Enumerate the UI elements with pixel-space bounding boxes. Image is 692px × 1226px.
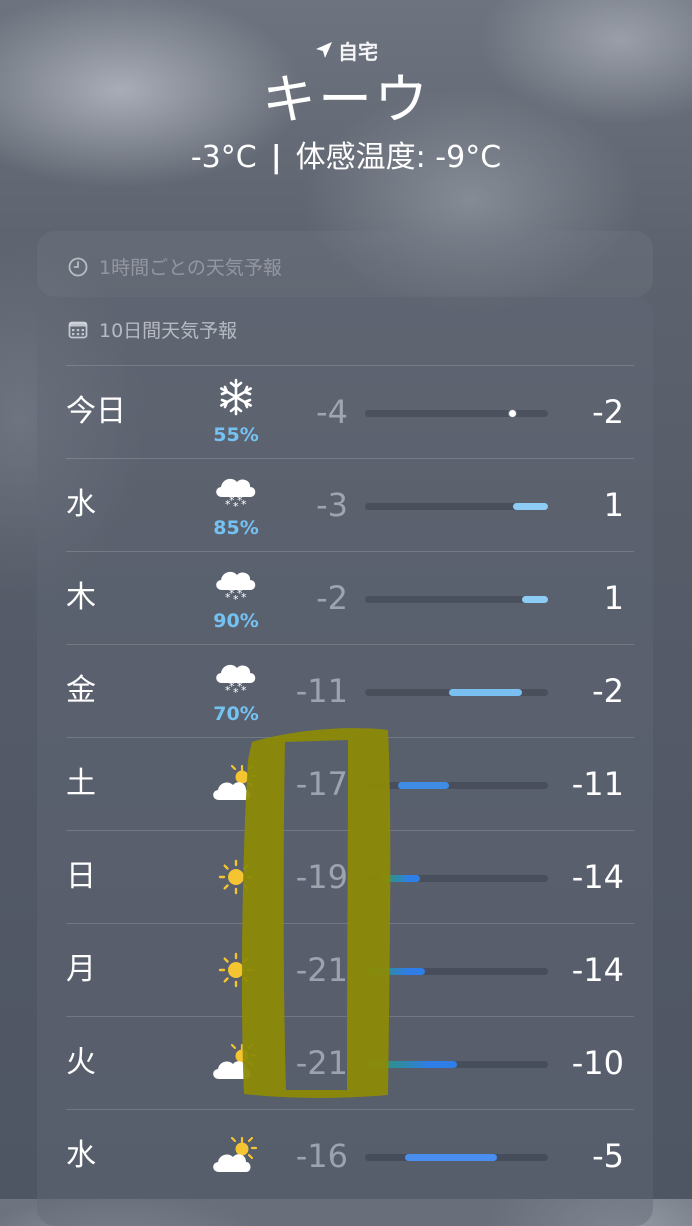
high-temperature: -14	[571, 858, 624, 896]
forecast-day: 水	[66, 487, 96, 522]
low-temperature: -21	[295, 1044, 348, 1082]
forecast-row: 水 -16 -5	[66, 1109, 634, 1203]
partly-sunny-icon	[206, 762, 266, 806]
ten-day-forecast-title: 10日間天気予報	[99, 320, 238, 342]
low-temperature: -3	[316, 486, 348, 524]
precipitation-chance: 55%	[213, 424, 259, 446]
forecast-row: 土 -17 -11	[66, 737, 634, 831]
high-temperature: -14	[571, 951, 624, 989]
location-arrow-icon	[316, 42, 332, 58]
forecast-day: 金	[66, 673, 96, 708]
forecast-day: 日	[66, 859, 96, 894]
temperature-range-bar	[365, 1154, 548, 1161]
snowflake-icon	[206, 376, 266, 420]
temperature-range-fill	[405, 1154, 497, 1161]
ten-day-forecast-header: 10日間天気予報	[67, 316, 237, 343]
sun-icon	[206, 855, 266, 899]
svg-text:*: *	[237, 494, 243, 507]
temperature-range-bar	[365, 689, 548, 696]
location-header: 自宅 キーウ -3°C | 体感温度: -9°C	[0, 36, 692, 178]
calendar-icon	[68, 321, 88, 338]
low-temperature: -16	[295, 1137, 348, 1175]
temperature-range-fill	[449, 689, 523, 696]
partly-sunny-icon	[206, 1134, 266, 1178]
hourly-forecast-header: 1時間ごとの天気予報	[67, 253, 282, 280]
high-temperature: -2	[592, 672, 624, 710]
temperature-range-bar	[365, 409, 548, 418]
forecast-day: 今日	[66, 394, 126, 429]
low-temperature: -4	[316, 393, 348, 431]
city-name: キーウ	[262, 68, 430, 131]
current-conditions: -3°C | 体感温度: -9°C	[0, 138, 692, 178]
forecast-row: 今日 55% -4 -2	[66, 365, 634, 459]
temperature-range-fill	[397, 782, 450, 789]
forecast-row: 水 * * * * * 85% -3 1	[66, 458, 634, 552]
high-temperature: -2	[592, 393, 624, 431]
temperature-range-fill	[365, 968, 426, 975]
precipitation-chance: 85%	[213, 517, 259, 539]
clock-icon	[68, 257, 88, 276]
high-temperature: 1	[603, 486, 624, 524]
temperature-range-bar	[365, 782, 548, 789]
temperature-range-fill	[513, 503, 548, 510]
forecast-row: 木 * * * * * 90% -2 1	[66, 551, 634, 645]
temperature-range-bar	[365, 875, 548, 882]
high-temperature: -11	[571, 765, 624, 803]
svg-text:*: *	[237, 680, 243, 693]
forecast-day: 月	[66, 952, 96, 987]
ten-day-forecast-card[interactable]: 10日間天気予報 今日 55% -4 -2 水 * * * * * 85% -3 1 木 * * * * * 90% -…	[37, 296, 653, 1226]
forecast-day: 水	[66, 1138, 96, 1173]
forecast-day: 土	[66, 766, 96, 801]
temperature-range-bar	[365, 503, 548, 510]
temperature-range-fill	[381, 875, 420, 882]
low-temperature: -21	[295, 951, 348, 989]
temperature-range-bar	[365, 1061, 548, 1068]
current-temperature-dot	[508, 409, 518, 418]
location-label: 自宅	[338, 39, 378, 64]
temperature-range-fill	[522, 596, 548, 603]
forecast-row: 火 -21 -10	[66, 1016, 634, 1110]
precipitation-chance: 90%	[213, 610, 259, 632]
cloud-snow-icon: * * * * *	[206, 655, 266, 699]
partly-sunny-icon	[206, 1041, 266, 1085]
sun-icon	[206, 948, 266, 992]
low-temperature: -17	[295, 765, 348, 803]
separator: |	[270, 140, 282, 175]
svg-text:*: *	[229, 494, 235, 507]
location-row: 自宅	[0, 36, 692, 64]
forecast-row: 金 * * * * * 70% -11 -2	[66, 644, 634, 738]
forecast-day: 木	[66, 580, 96, 615]
current-temperature: -3°C	[190, 140, 257, 175]
cloud-snow-icon: * * * * *	[206, 562, 266, 606]
forecast-row: 月 -21 -14	[66, 923, 634, 1017]
high-temperature: -5	[592, 1137, 624, 1175]
high-temperature: 1	[603, 579, 624, 617]
svg-text:*: *	[229, 587, 235, 600]
precipitation-chance: 70%	[213, 703, 259, 725]
hourly-forecast-title: 1時間ごとの天気予報	[99, 257, 282, 279]
svg-text:*: *	[229, 680, 235, 693]
cloud-snow-icon: * * * * *	[206, 469, 266, 513]
svg-text:*: *	[237, 587, 243, 600]
low-temperature: -19	[295, 858, 348, 896]
feels-like-temperature: 体感温度: -9°C	[295, 140, 502, 175]
forecast-day: 火	[66, 1045, 96, 1080]
temperature-range-fill	[365, 1061, 457, 1068]
temperature-range-bar	[365, 968, 548, 975]
high-temperature: -10	[571, 1044, 624, 1082]
hourly-forecast-card[interactable]: 1時間ごとの天気予報	[37, 231, 653, 297]
low-temperature: -11	[295, 672, 348, 710]
forecast-row: 日 -19 -14	[66, 830, 634, 924]
low-temperature: -2	[316, 579, 348, 617]
temperature-range-bar	[365, 596, 548, 603]
